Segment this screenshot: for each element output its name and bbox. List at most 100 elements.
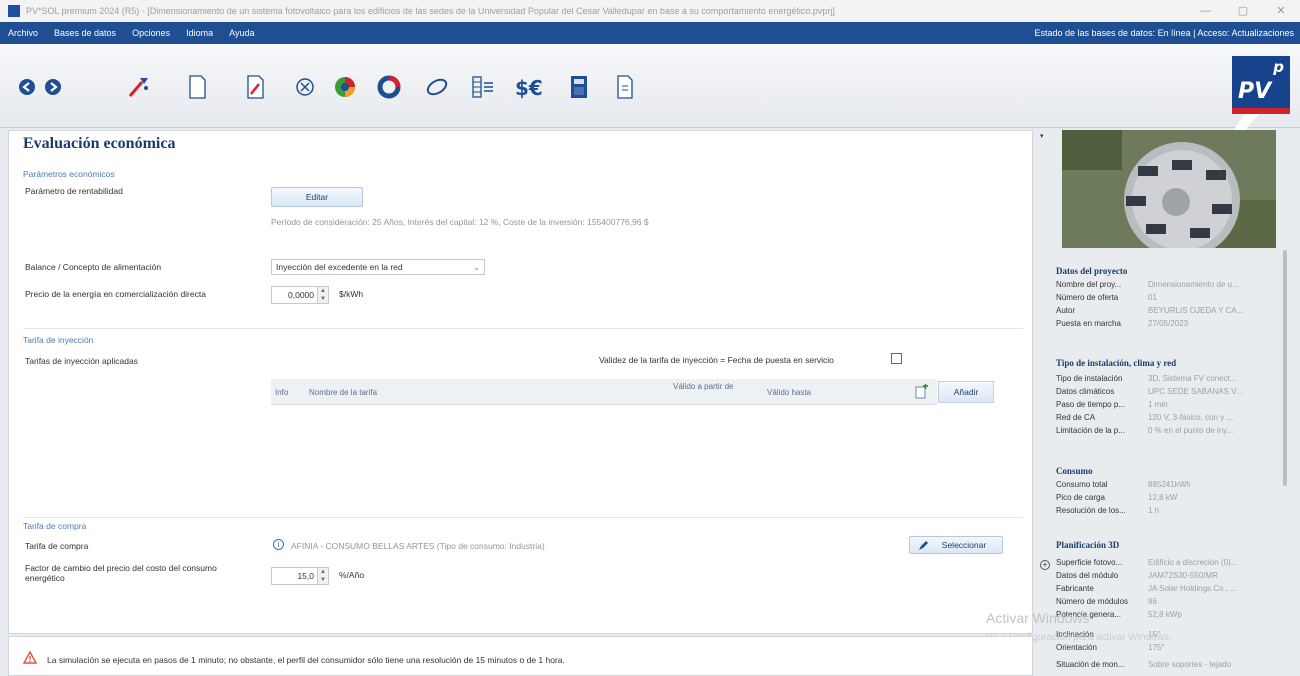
- economic-evaluation-panel: Evaluación económica Parámetros económic…: [8, 130, 1033, 634]
- list-item: Limitación de la p... 0 % en el punto de …: [1056, 426, 1234, 435]
- energy-price-label: Precio de la energía en comercialización…: [25, 289, 206, 299]
- maximize-button[interactable]: ▢: [1224, 0, 1262, 22]
- list-item: Número de módulos 96: [1056, 597, 1157, 606]
- report-icon[interactable]: [610, 72, 640, 102]
- list-item: Pico de carga 12,8 kW: [1056, 493, 1178, 502]
- chevron-down-icon: ⌄: [472, 262, 480, 272]
- pie-chart-icon[interactable]: [330, 72, 360, 102]
- list-item: Puesta en marcha 27/05/2023: [1056, 319, 1189, 328]
- consumption-heading: Consumo: [1056, 466, 1093, 476]
- factor-stepper[interactable]: 15,0 ▲ ▼: [271, 567, 329, 585]
- feed-in-table: Info Nombre de la tarifa Válido a partir…: [271, 379, 937, 509]
- list-item: Situación de mon... Sobre soportes - teja…: [1056, 660, 1232, 669]
- planning-heading: Planificación 3D: [1056, 540, 1120, 550]
- list-item: Autor BEYURLIS OJEDA Y CA...: [1056, 306, 1244, 315]
- list-item: Paso de tiempo p... 1 min: [1056, 400, 1168, 409]
- calculator-icon[interactable]: [564, 72, 594, 102]
- divider: [23, 517, 1023, 518]
- title-bar: PV*SOL premium 2024 (R5) - [Dimensionami…: [0, 0, 1300, 22]
- app-icon: [8, 5, 20, 17]
- list-item: Número de oferta 01: [1056, 293, 1157, 302]
- col-valid-from: Válido a partir de: [673, 382, 734, 391]
- col-valid-to: Válido hasta: [767, 388, 812, 397]
- stepper-arrows-icon[interactable]: ▲ ▼: [317, 568, 328, 584]
- balance-value: Inyección del excedente en la red: [276, 262, 403, 272]
- list-item: Fabricante JA Solar Holdings Co., ...: [1056, 584, 1237, 593]
- section-economic-params: Parámetros económicos: [23, 169, 115, 179]
- ellipse-icon[interactable]: [422, 72, 452, 102]
- window-controls: — ▢ ✕: [1186, 0, 1300, 22]
- purchase-tariff-value: AFINIA - CONSUMO BELLAS ARTES (Tipo de c…: [291, 541, 545, 551]
- energy-price-stepper[interactable]: 0,0000 ▲ ▼: [271, 286, 329, 304]
- factor-label: Factor de cambio del precio del costo de…: [25, 563, 217, 583]
- status-message: La simulación se ejecuta en pasos de 1 m…: [47, 655, 565, 665]
- list-item: Red de CA 120 V, 3-fásico, con y ...: [1056, 413, 1234, 422]
- donut-icon[interactable]: [374, 72, 404, 102]
- new-document-icon[interactable]: [182, 72, 212, 102]
- info-icon[interactable]: i: [273, 539, 284, 550]
- project-data-heading: Datos del proyecto: [1056, 266, 1128, 276]
- divider: [23, 328, 1023, 329]
- pvsol-logo: p PV: [1232, 56, 1290, 114]
- activation-watermark: Activar Windows: [986, 610, 1090, 626]
- table-header: Info Nombre de la tarifa Válido a partir…: [271, 379, 937, 405]
- validity-checkbox[interactable]: [891, 353, 902, 364]
- menu-idioma[interactable]: Idioma: [178, 28, 221, 38]
- close-button[interactable]: ✕: [1262, 0, 1300, 22]
- edit-button[interactable]: Editar: [271, 187, 363, 207]
- menu-opciones[interactable]: Opciones: [124, 28, 178, 38]
- feed-in-label: Tarifas de inyección aplicadas: [25, 356, 138, 366]
- expand-icon[interactable]: +: [1040, 560, 1050, 570]
- toolbar: $€: [0, 44, 1300, 172]
- project-sidebar: ▾ Datos del proyecto Nombre del proy... D…: [1038, 130, 1294, 676]
- add-button[interactable]: Añadir: [938, 381, 994, 403]
- table-icon[interactable]: [468, 72, 498, 102]
- list-item: Nombre del proy... Dimensionamiento de u.…: [1056, 280, 1239, 289]
- col-tariff-name: Nombre de la tarifa: [309, 388, 378, 397]
- balance-label: Balance / Concepto de alimentación: [25, 262, 162, 272]
- edit-document-icon[interactable]: [240, 72, 270, 102]
- window-title: PV*SOL premium 2024 (R5) - [Dimensionami…: [26, 6, 835, 16]
- database-status[interactable]: Estado de las bases de datos: En línea |…: [1034, 28, 1294, 38]
- forward-icon[interactable]: [38, 72, 68, 102]
- select-button[interactable]: Seleccionar: [909, 536, 1003, 554]
- installation-heading: Tipo de instalación, clima y red: [1056, 358, 1177, 368]
- menu-archivo[interactable]: Archivo: [0, 28, 46, 38]
- collapse-arrow-icon[interactable]: ▾: [1040, 132, 1050, 142]
- section-purchase: Tarifa de compra: [23, 521, 87, 531]
- minimize-button[interactable]: —: [1186, 0, 1224, 22]
- energy-price-value: 0,0000: [288, 290, 314, 300]
- factor-unit: %/Año: [339, 570, 365, 580]
- profitability-label: Parámetro de rentabilidad: [25, 186, 123, 196]
- wizard-icon[interactable]: [124, 72, 154, 102]
- list-item: Datos del módulo JAM72S30-550/MR: [1056, 571, 1218, 580]
- menu-ayuda[interactable]: Ayuda: [221, 28, 262, 38]
- cancel-icon[interactable]: [290, 72, 320, 102]
- energy-price-unit: $/kWh: [339, 289, 364, 299]
- list-item: Orientación 175°: [1056, 643, 1165, 652]
- list-item: Tipo de instalación 3D, Sistema FV conect…: [1056, 374, 1237, 383]
- currency-icon[interactable]: $€: [512, 72, 552, 102]
- warning-icon: [22, 650, 38, 666]
- page-title: Evaluación económica: [23, 135, 176, 152]
- project-thumbnail[interactable]: [1062, 130, 1276, 248]
- status-bar: La simulación se ejecuta en pasos de 1 m…: [8, 636, 1033, 676]
- validity-label: Validez de la tarifa de inyección = Fech…: [599, 355, 834, 365]
- factor-value: 15,0: [297, 571, 314, 581]
- list-item: Potencia genera... 52,8 kWp: [1056, 610, 1182, 619]
- stepper-arrows-icon[interactable]: ▲ ▼: [317, 287, 328, 303]
- add-tariff-icon[interactable]: [913, 384, 929, 402]
- list-item: Superficie fotovo... Edificio a discreció…: [1056, 558, 1238, 567]
- list-item: Datos climáticos UPC SEDE SABANAS V...: [1056, 387, 1243, 396]
- edit-pencil-icon: [918, 540, 929, 556]
- economic-summary: Período de consideración: 25 Años, Inter…: [271, 217, 649, 227]
- svg-text:$€: $€: [515, 76, 543, 100]
- section-feed-in: Tarifa de inyección: [23, 335, 94, 345]
- list-item: Consumo total 885241kWh: [1056, 480, 1191, 489]
- menu-bar: Archivo Bases de datos Opciones Idioma A…: [0, 22, 1300, 44]
- balance-dropdown[interactable]: Inyección del excedente en la red ⌄: [271, 259, 485, 275]
- purchase-tariff-label: Tarifa de compra: [25, 541, 89, 551]
- menu-bases-de-datos[interactable]: Bases de datos: [46, 28, 124, 38]
- select-button-label: Seleccionar: [941, 540, 987, 550]
- col-info: Info: [275, 388, 289, 397]
